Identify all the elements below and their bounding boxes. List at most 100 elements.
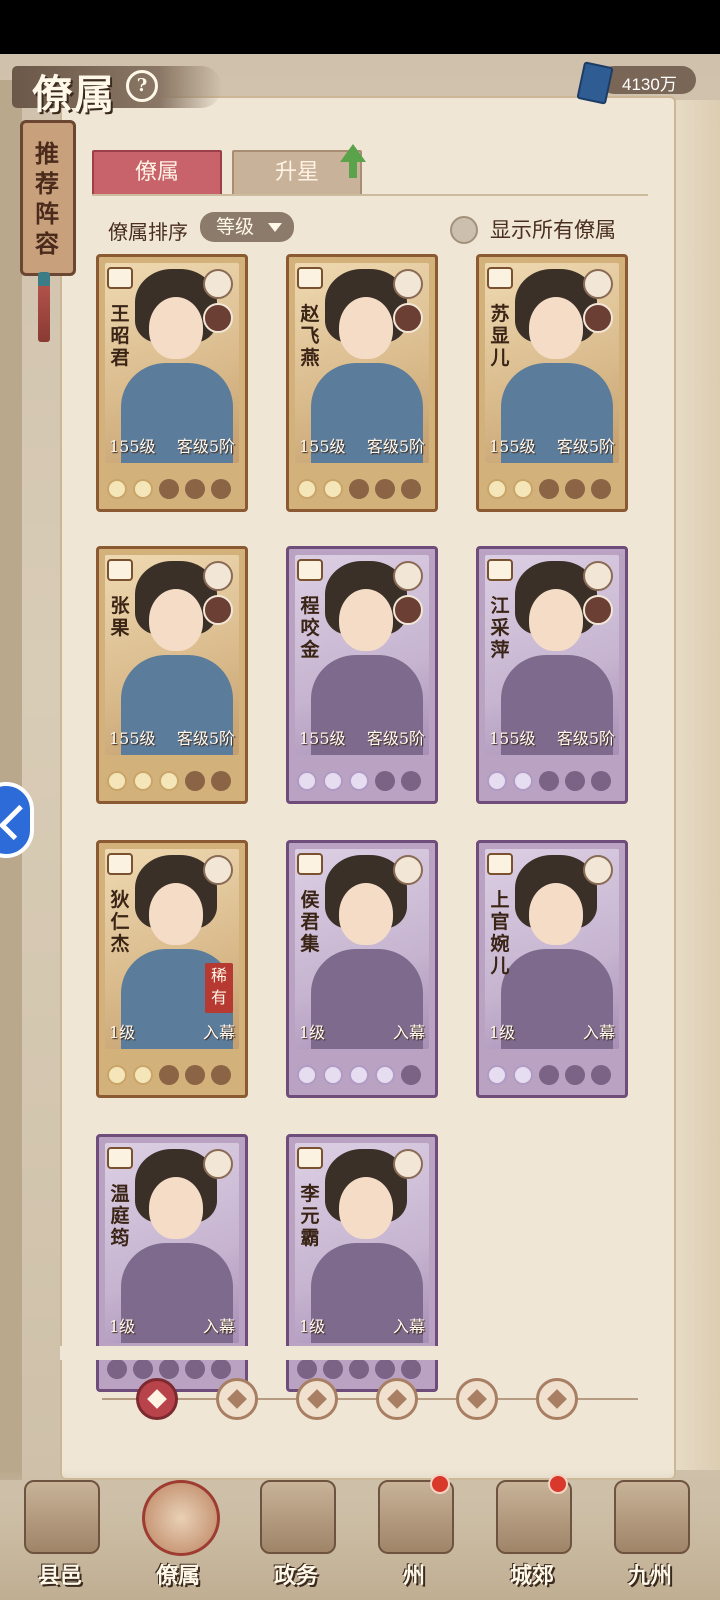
portrait-face <box>339 297 393 359</box>
moon-star-icon <box>159 771 179 791</box>
empty-star-icon <box>159 1359 179 1379</box>
moon-star-icon <box>487 1065 507 1085</box>
retainer-name: 上官婉儿 <box>490 889 510 977</box>
recommended-lineup-label: 推荐阵容 <box>35 139 59 258</box>
empty-star-icon <box>185 1359 205 1379</box>
retainer-card[interactable]: 狄仁杰 稀有 1级 入幕 <box>96 840 248 1098</box>
retainer-name: 赵飞燕 <box>300 303 320 369</box>
nav-illustration-icon <box>614 1480 690 1554</box>
filter-glyph <box>227 1389 247 1409</box>
book-page-edge <box>670 100 720 1470</box>
empty-star-icon <box>297 1359 317 1379</box>
retainer-name: 苏显儿 <box>490 303 510 369</box>
moon-star-icon <box>323 479 343 499</box>
retainer-grade: 客级5阶 <box>556 437 615 456</box>
moon-star-icon <box>513 771 533 791</box>
recommended-lineup-button[interactable]: 推荐阵容 <box>20 120 76 276</box>
retainer-card[interactable]: 江采萍 155级 客级5阶 <box>476 546 628 804</box>
moon-star-icon <box>107 1065 127 1085</box>
filter-glyph <box>547 1389 567 1409</box>
cloud-rank-icon <box>297 1147 323 1169</box>
empty-star-icon <box>591 771 611 791</box>
moon-star-icon <box>297 771 317 791</box>
cloud-rank-icon <box>297 559 323 581</box>
currency-amount: 4130万 <box>622 75 677 94</box>
portrait: 狄仁杰 稀有 1级 入幕 <box>105 849 239 1049</box>
filter-glyph <box>147 1389 167 1409</box>
retainer-name: 温庭筠 <box>110 1183 130 1249</box>
yin-yang-icon <box>203 269 233 299</box>
retainer-level: 155级 <box>489 437 536 456</box>
star-row <box>487 1065 617 1087</box>
empty-star-icon <box>401 1065 421 1085</box>
currency-display[interactable]: 4130万 <box>576 61 698 105</box>
cat-filter-icon[interactable] <box>296 1378 338 1420</box>
nav-item-5[interactable]: 城郊 <box>482 1474 582 1592</box>
nav-label: 政务 <box>273 1563 318 1589</box>
retainer-card[interactable]: 赵飞燕 155级 客级5阶 <box>286 254 438 512</box>
hat-icon <box>583 855 613 885</box>
empty-star-icon <box>375 479 395 499</box>
portrait-face <box>529 883 583 945</box>
nav-item-1[interactable]: 县邑 <box>10 1474 110 1592</box>
retainer-grade: 入幕 <box>392 1023 425 1042</box>
empty-star-icon <box>401 771 421 791</box>
retainer-grade: 入幕 <box>392 1317 425 1336</box>
fan-filter-icon[interactable] <box>376 1378 418 1420</box>
empty-star-icon <box>375 1359 395 1379</box>
moon-filter-icon[interactable] <box>216 1378 258 1420</box>
star-row <box>297 771 427 793</box>
nav-label: 九州 <box>627 1563 672 1589</box>
partner-avatar <box>393 303 423 333</box>
moon-star-icon <box>107 771 127 791</box>
show-all-toggle[interactable] <box>450 216 478 244</box>
empty-star-icon <box>591 1065 611 1085</box>
retainer-card[interactable]: 上官婉儿 1级 入幕 <box>476 840 628 1098</box>
cloud-rank-icon <box>107 267 133 289</box>
retainer-card[interactable]: 张果 155级 客级5阶 <box>96 546 248 804</box>
cloud-rank-icon <box>297 853 323 875</box>
retainer-card[interactable]: 程咬金 155级 客级5阶 <box>286 546 438 804</box>
partner-avatar <box>583 303 613 333</box>
empty-star-icon <box>185 1065 205 1085</box>
retainer-grade: 入幕 <box>582 1023 615 1042</box>
nav-item-6[interactable]: 九州 <box>600 1474 700 1592</box>
nav-illustration-icon <box>24 1480 100 1554</box>
flower-filter-icon[interactable] <box>536 1378 578 1420</box>
empty-star-icon <box>211 479 231 499</box>
nav-item-3[interactable]: 政务 <box>246 1474 346 1592</box>
moon-star-icon <box>349 771 369 791</box>
portrait-face <box>529 297 583 359</box>
star-row <box>297 479 427 501</box>
notification-dot <box>548 1474 568 1494</box>
retainer-level: 1级 <box>109 1317 136 1336</box>
yin-yang-icon <box>203 561 233 591</box>
retainer-grade: 客级5阶 <box>366 729 425 748</box>
moon-star-icon <box>487 771 507 791</box>
retainer-card[interactable]: 苏显儿 155级 客级5阶 <box>476 254 628 512</box>
portrait: 江采萍 155级 客级5阶 <box>485 555 619 755</box>
empty-star-icon <box>211 771 231 791</box>
portrait: 张果 155级 客级5阶 <box>105 555 239 755</box>
tab-retainers[interactable]: 僚属 <box>92 150 222 196</box>
nav-item-2[interactable]: 僚属 <box>128 1474 228 1592</box>
empty-star-icon <box>185 479 205 499</box>
retainer-card[interactable]: 王昭君 155级 客级5阶 <box>96 254 248 512</box>
lion-filter-icon[interactable] <box>456 1378 498 1420</box>
moon-star-icon <box>107 479 127 499</box>
nav-label: 县邑 <box>37 1563 82 1589</box>
partner-avatar <box>203 595 233 625</box>
cloud-rank-icon <box>487 267 513 289</box>
hat-icon <box>583 561 613 591</box>
sort-dropdown[interactable]: 等级 <box>200 212 294 242</box>
moon-star-icon <box>297 479 317 499</box>
nav-item-4[interactable]: 州 <box>364 1474 464 1592</box>
empty-star-icon <box>565 1065 585 1085</box>
portrait: 上官婉儿 1级 入幕 <box>485 849 619 1049</box>
all-filter-icon[interactable] <box>136 1378 178 1420</box>
moon-star-icon <box>133 771 153 791</box>
retainer-grade: 客级5阶 <box>366 437 425 456</box>
retainer-card[interactable]: 侯君集 1级 入幕 <box>286 840 438 1098</box>
empty-star-icon <box>539 771 559 791</box>
help-icon[interactable]: ? <box>126 70 158 102</box>
